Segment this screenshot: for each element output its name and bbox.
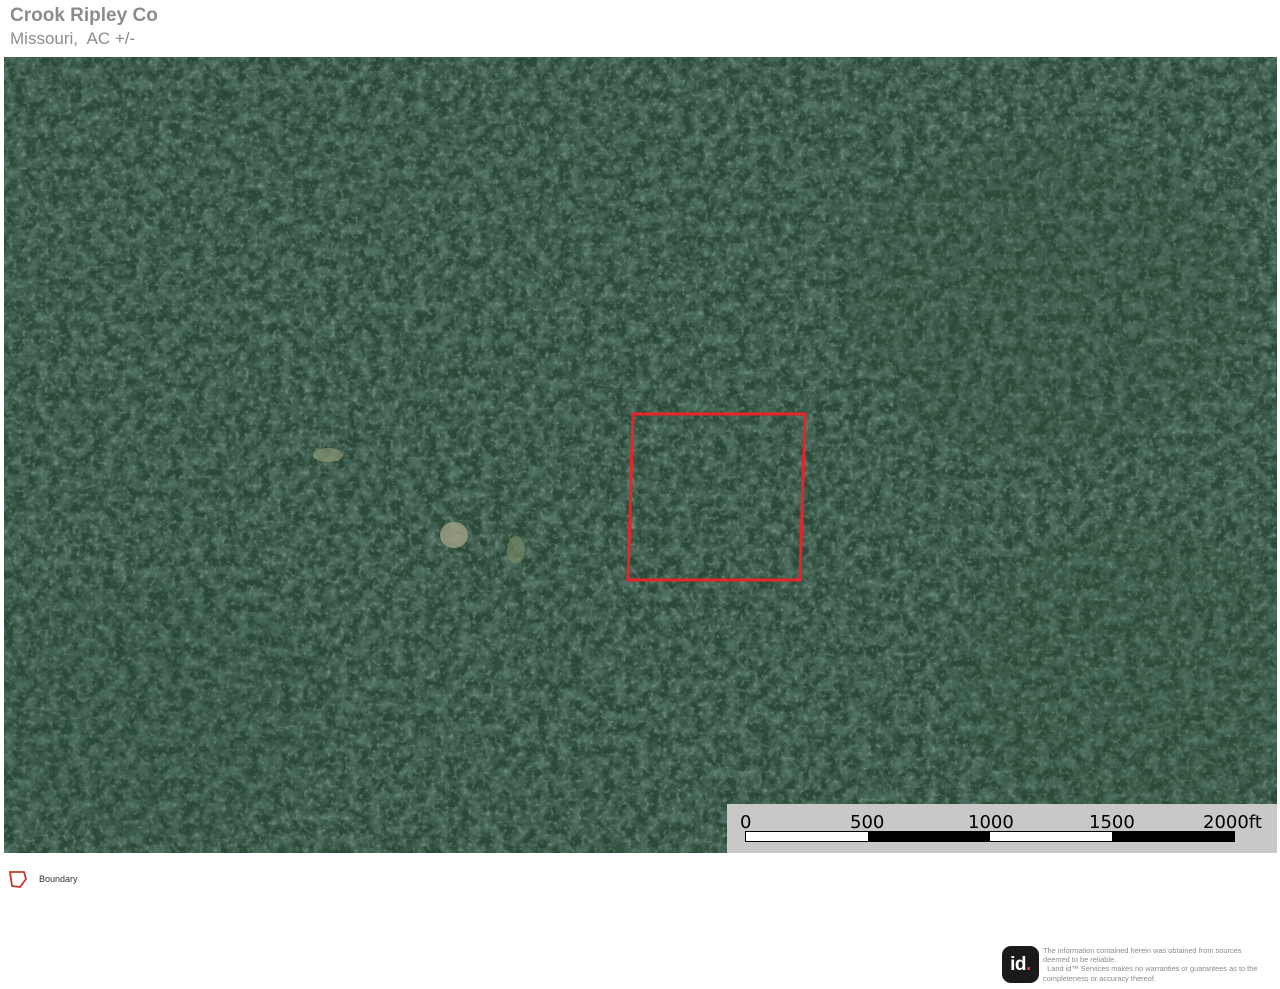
scale-label-0: 0	[740, 812, 752, 833]
disclaimer-line: Land id™ Services makes no warranties or…	[1043, 964, 1258, 974]
map-subtitle: Missouri, AC +/-	[10, 29, 136, 48]
scale-label-2000ft: 2000ft	[1203, 812, 1262, 833]
boundary-layer	[626, 412, 807, 582]
legend-label-boundary: Boundary	[39, 874, 78, 884]
disclaimer: The information contained herein was obt…	[1043, 946, 1279, 983]
scale-segment	[746, 832, 868, 841]
logo-text: id	[1010, 953, 1027, 975]
scale-label-1000: 1000	[968, 812, 1014, 833]
scale-segment	[990, 832, 1112, 841]
aerial-map[interactable]: 0 500 1000 1500 2000ft	[4, 57, 1277, 853]
map-legend: Boundary	[8, 869, 78, 889]
parcel-boundary[interactable]	[626, 412, 807, 582]
scale-label-500: 500	[850, 812, 885, 833]
scale-segment	[1112, 832, 1234, 841]
disclaimer-line: completeness or accuracy thereof.	[1043, 973, 1156, 983]
boundary-polygon-icon	[8, 871, 27, 888]
map-title: Crook Ripley Co	[10, 5, 158, 26]
scale-bar-panel: 0 500 1000 1500 2000ft	[727, 804, 1277, 853]
disclaimer-line: The information contained herein was obt…	[1043, 946, 1242, 955]
scale-bar	[745, 831, 1235, 842]
scale-label-1500: 1500	[1089, 812, 1135, 833]
disclaimer-line: deemed to be reliable.	[1043, 955, 1117, 965]
scale-segment	[868, 832, 990, 841]
land-id-logo: id.	[1002, 946, 1039, 983]
